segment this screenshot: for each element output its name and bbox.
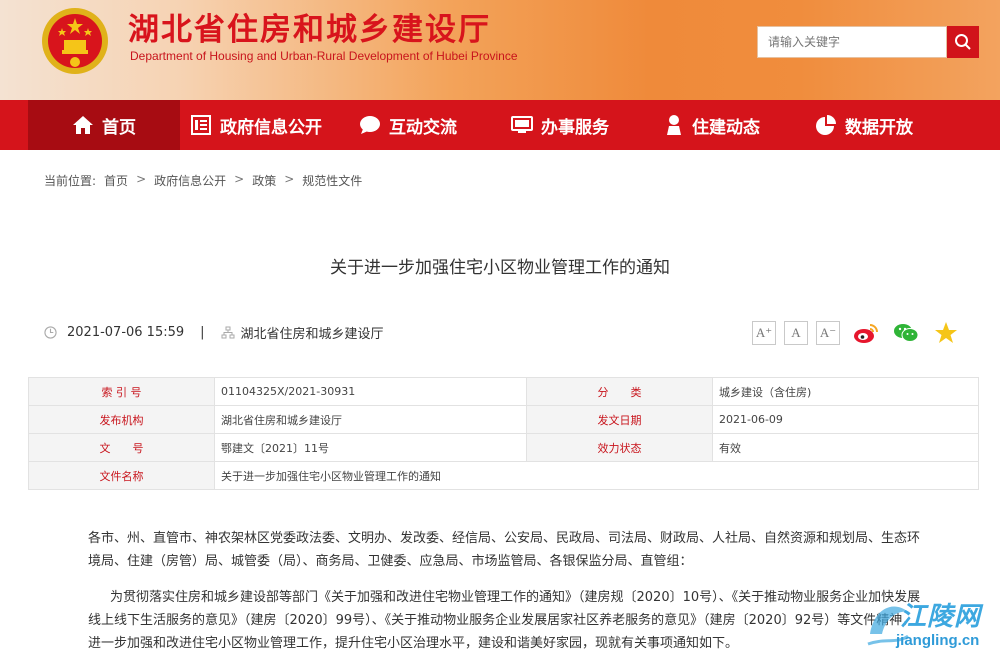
document-info-table: 索 引 号 01104325X/2021-30931 分 类 城乡建设（含住房)… xyxy=(28,377,979,490)
chat-bubble-icon xyxy=(360,116,380,134)
pie-chart-icon xyxy=(816,115,836,135)
info-label: 分 类 xyxy=(526,377,713,406)
table-row: 文件名称 关于进一步加强住宅小区物业管理工作的通知 xyxy=(28,461,979,490)
main-nav: 首页 政府信息公开 互动交流 办事服务 住建动态 数据开放 xyxy=(0,100,1000,150)
search-button[interactable] xyxy=(947,26,979,58)
breadcrumb-normative-docs[interactable]: 规范性文件 xyxy=(302,172,362,189)
breadcrumb-separator: > xyxy=(136,172,147,186)
nav-item-services[interactable]: 办事服务 xyxy=(484,100,636,150)
article-tools: A⁺ A A⁻ xyxy=(752,320,960,346)
page-title: 关于进一步加强住宅小区物业管理工作的通知 xyxy=(330,258,670,278)
breadcrumb-home[interactable]: 首页 xyxy=(104,172,128,189)
font-smaller-button[interactable]: A⁻ xyxy=(816,321,840,345)
info-value: 关于进一步加强住宅小区物业管理工作的通知 xyxy=(214,461,979,490)
person-icon xyxy=(667,115,681,135)
home-icon xyxy=(73,116,93,134)
nav-label: 互动交流 xyxy=(389,117,457,138)
share-weibo-button[interactable] xyxy=(852,320,880,346)
info-label: 索 引 号 xyxy=(28,377,215,406)
breadcrumb-separator: > xyxy=(234,172,245,186)
info-label: 效力状态 xyxy=(526,433,713,462)
table-row: 索 引 号 01104325X/2021-30931 分 类 城乡建设（含住房) xyxy=(28,377,979,406)
info-value: 2021-06-09 xyxy=(712,405,979,434)
breadcrumb-policy[interactable]: 政策 xyxy=(252,172,276,189)
site-title: 湖北省住房和城乡建设厅 xyxy=(128,12,491,48)
clock-icon xyxy=(44,325,57,339)
nav-item-interaction[interactable]: 互动交流 xyxy=(332,100,484,150)
organization-icon xyxy=(221,326,235,338)
watermark-text: 江陵网 xyxy=(900,602,982,632)
info-label: 发布机构 xyxy=(28,405,215,434)
site-header: 湖北省住房和城乡建设厅 Department of Housing and Ur… xyxy=(0,0,1000,100)
nav-item-home[interactable]: 首页 xyxy=(28,100,180,150)
body-paragraph-recipients: 各市、州、直管市、神农架林区党委政法委、文明办、发改委、经信局、公安局、民政局、… xyxy=(88,531,921,569)
favorite-star-icon xyxy=(935,322,957,343)
search-input[interactable] xyxy=(757,26,947,58)
info-label: 文件名称 xyxy=(28,461,215,490)
info-value: 湖北省住房和城乡建设厅 xyxy=(214,405,527,434)
meta-divider: | xyxy=(200,324,205,340)
publish-source: 湖北省住房和城乡建设厅 xyxy=(240,326,384,342)
info-value: 城乡建设（含住房) xyxy=(712,377,979,406)
monitor-icon xyxy=(511,116,533,133)
nav-item-gov-info[interactable]: 政府信息公开 xyxy=(180,100,332,150)
nav-item-news[interactable]: 住建动态 xyxy=(636,100,788,150)
wechat-icon xyxy=(894,324,919,342)
publish-date: 2021-07-06 15:59 xyxy=(67,324,185,340)
weibo-icon xyxy=(854,324,878,343)
nav-label: 数据开放 xyxy=(845,117,913,138)
info-value: 鄂建文〔2021〕11号 xyxy=(214,433,527,462)
national-emblem-icon xyxy=(42,8,108,74)
breadcrumb-separator: > xyxy=(284,172,295,186)
info-label: 文 号 xyxy=(28,433,215,462)
nav-label: 住建动态 xyxy=(692,117,760,138)
share-wechat-button[interactable] xyxy=(892,320,920,346)
nav-label: 办事服务 xyxy=(541,117,609,138)
breadcrumb-prefix: 当前位置: xyxy=(44,174,97,188)
table-row: 文 号 鄂建文〔2021〕11号 效力状态 有效 xyxy=(28,433,979,462)
breadcrumb-gov-info[interactable]: 政府信息公开 xyxy=(154,172,226,189)
info-value: 01104325X/2021-30931 xyxy=(214,377,527,406)
nav-label: 首页 xyxy=(102,117,136,138)
table-row: 发布机构 湖北省住房和城乡建设厅 发文日期 2021-06-09 xyxy=(28,405,979,434)
nav-item-data[interactable]: 数据开放 xyxy=(788,100,940,150)
body-paragraph-main: 为贯彻落实住房和城乡建设部等部门《关于加强和改进住宅物业管理工作的通知》（建房规… xyxy=(88,590,921,651)
document-list-icon xyxy=(191,115,211,135)
favorite-button[interactable] xyxy=(932,320,960,346)
nav-label: 政府信息公开 xyxy=(220,117,322,138)
search-icon xyxy=(955,34,971,50)
font-larger-button[interactable]: A⁺ xyxy=(752,321,776,345)
watermark-subtext: jiangling.cn xyxy=(896,632,980,649)
font-normal-button[interactable]: A xyxy=(784,321,808,345)
info-label: 发文日期 xyxy=(526,405,713,434)
site-subtitle: Department of Housing and Urban-Rural De… xyxy=(130,49,518,63)
info-value: 有效 xyxy=(712,433,979,462)
breadcrumb: 当前位置: 首页 > 政府信息公开 > 政策 > 规范性文件 xyxy=(44,172,362,189)
